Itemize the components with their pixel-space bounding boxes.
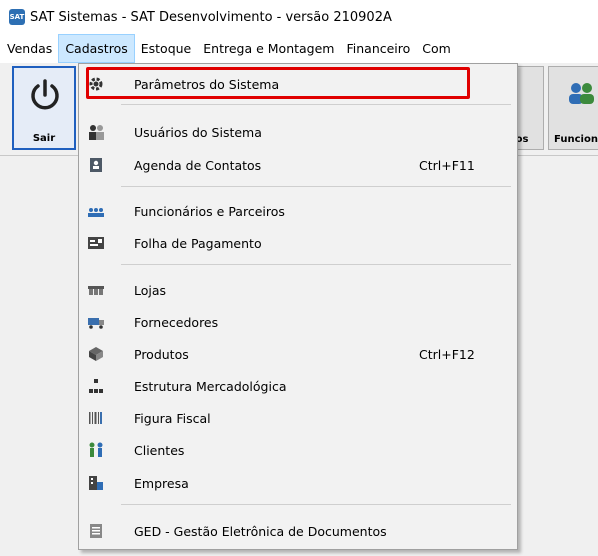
menu-item-label: Produtos: [134, 346, 189, 362]
building-icon: [87, 474, 105, 492]
menu-item-label: Fornecedores: [134, 314, 219, 330]
menu-item-funcionarios-parceiros[interactable]: Funcionários e Parceiros: [79, 195, 517, 227]
menu-item-label: Agenda de Contatos: [134, 157, 262, 173]
barcode-icon: [87, 409, 105, 427]
menu-item-label: Folha de Pagamento: [134, 235, 262, 251]
truck-icon: [87, 313, 105, 331]
menu-cadastros[interactable]: Cadastros: [58, 34, 135, 63]
people-group-icon: [87, 202, 105, 220]
menu-item-agenda-contatos[interactable]: Agenda de Contatos Ctrl+F11: [79, 149, 517, 181]
document-icon: [87, 522, 105, 540]
funcionarios-label: Funcion: [554, 134, 598, 145]
power-icon: [31, 79, 59, 110]
menu-item-label: Clientes: [134, 442, 185, 458]
menu-entrega-montagem[interactable]: Entrega e Montagem: [197, 34, 340, 63]
shortcut-label: Ctrl+F11: [419, 157, 475, 173]
users-icon: [87, 123, 105, 141]
menu-item-clientes[interactable]: Clientes: [79, 434, 517, 466]
window-title: SAT Sistemas - SAT Desenvolvimento - ver…: [30, 9, 392, 25]
sair-label: Sair: [32, 133, 56, 144]
title-bar: SAT SAT Sistemas - SAT Desenvolvimento -…: [0, 0, 598, 34]
menu-separator: [121, 504, 511, 505]
menu-item-estrutura-mercadologica[interactable]: Estrutura Mercadológica: [79, 370, 517, 402]
menu-item-label: Usuários do Sistema: [134, 124, 262, 140]
shortcut-label: Ctrl+F12: [419, 346, 475, 362]
product-box-icon: [87, 345, 105, 363]
menu-estoque[interactable]: Estoque: [135, 34, 198, 63]
menu-item-label: Figura Fiscal: [134, 410, 211, 426]
menu-separator: [121, 104, 511, 105]
menu-financeiro[interactable]: Financeiro: [340, 34, 416, 63]
sat-app-icon: SAT: [9, 9, 25, 25]
menu-item-fornecedores[interactable]: Fornecedores: [79, 306, 517, 338]
menu-item-empresa[interactable]: Empresa: [79, 467, 517, 499]
menu-item-ged[interactable]: GED - Gestão Eletrônica de Documentos: [79, 515, 517, 547]
menu-separator: [121, 186, 511, 187]
menu-item-usuarios-sistema[interactable]: Usuários do Sistema: [79, 116, 517, 148]
highlight-box: [86, 67, 470, 99]
menu-item-produtos[interactable]: Produtos Ctrl+F12: [79, 338, 517, 370]
payroll-icon: [87, 234, 105, 252]
menu-item-figura-fiscal[interactable]: Figura Fiscal: [79, 402, 517, 434]
menu-item-label: Lojas: [134, 282, 167, 298]
menu-item-label: GED - Gestão Eletrônica de Documentos: [134, 523, 387, 539]
menu-vendas[interactable]: Vendas: [0, 34, 58, 63]
menu-separator: [121, 264, 511, 265]
menu-item-label: Funcionários e Parceiros: [134, 203, 285, 219]
menu-bar: Vendas Cadastros Estoque Entrega e Monta…: [0, 34, 598, 63]
sair-button[interactable]: Sair: [12, 66, 76, 150]
menu-item-label: Estrutura Mercadológica: [134, 378, 287, 394]
menu-item-folha-pagamento[interactable]: Folha de Pagamento: [79, 227, 517, 259]
menu-item-lojas[interactable]: Lojas: [79, 274, 517, 306]
hierarchy-icon: [87, 377, 105, 395]
customers-icon: [87, 441, 105, 459]
funcionarios-button[interactable]: Funcion: [548, 66, 598, 150]
store-icon: [87, 281, 105, 299]
menu-item-label: Empresa: [134, 475, 189, 491]
contacts-book-icon: [87, 156, 105, 174]
menu-com[interactable]: Com: [416, 34, 457, 63]
cadastros-dropdown-menu: Parâmetros do Sistema Usuários do Sistem…: [78, 63, 518, 550]
people-group-icon: [569, 83, 594, 104]
